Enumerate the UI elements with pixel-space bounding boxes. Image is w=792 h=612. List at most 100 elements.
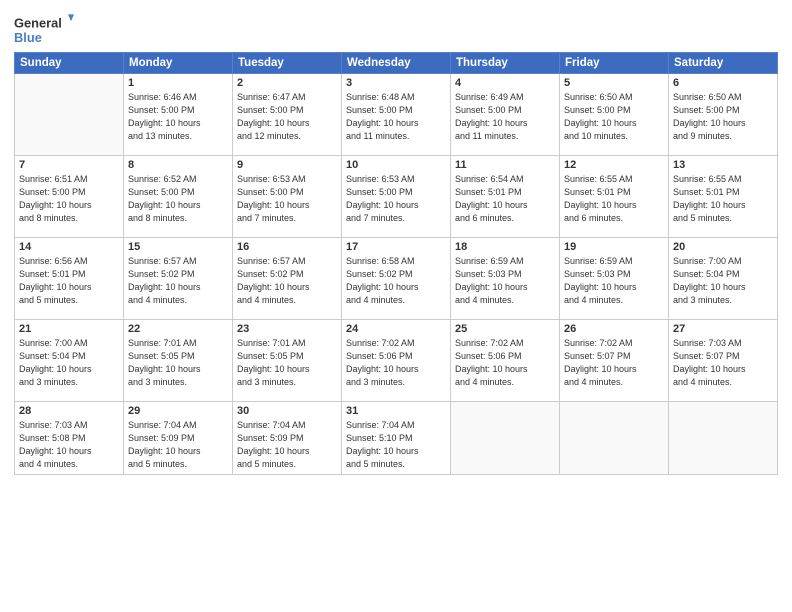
page: General Blue SundayMondayTuesdayWednesda… <box>0 0 792 612</box>
day-number: 17 <box>346 241 446 253</box>
logo: General Blue <box>14 10 74 48</box>
calendar-day-8: 8 Sunrise: 6:52 AMSunset: 5:00 PMDaylight… <box>124 156 233 238</box>
day-info: Sunrise: 6:57 AMSunset: 5:02 PMDaylight:… <box>128 255 228 307</box>
calendar-day-26: 26 Sunrise: 7:02 AMSunset: 5:07 PMDayligh… <box>560 320 669 402</box>
day-info: Sunrise: 7:01 AMSunset: 5:05 PMDaylight:… <box>237 337 337 389</box>
day-number: 26 <box>564 323 664 335</box>
day-number: 21 <box>19 323 119 335</box>
calendar-day-2: 2 Sunrise: 6:47 AMSunset: 5:00 PMDaylight… <box>233 74 342 156</box>
day-number: 12 <box>564 159 664 171</box>
calendar-week-row: 21 Sunrise: 7:00 AMSunset: 5:04 PMDayligh… <box>15 320 778 402</box>
day-number: 30 <box>237 405 337 417</box>
day-number: 19 <box>564 241 664 253</box>
day-info: Sunrise: 6:46 AMSunset: 5:00 PMDaylight:… <box>128 91 228 143</box>
calendar-day-30: 30 Sunrise: 7:04 AMSunset: 5:09 PMDayligh… <box>233 402 342 475</box>
calendar-week-row: 28 Sunrise: 7:03 AMSunset: 5:08 PMDayligh… <box>15 402 778 475</box>
day-number: 20 <box>673 241 773 253</box>
calendar-day-19: 19 Sunrise: 6:59 AMSunset: 5:03 PMDayligh… <box>560 238 669 320</box>
day-number: 22 <box>128 323 228 335</box>
day-number: 29 <box>128 405 228 417</box>
calendar-day-15: 15 Sunrise: 6:57 AMSunset: 5:02 PMDayligh… <box>124 238 233 320</box>
day-number: 18 <box>455 241 555 253</box>
day-number: 6 <box>673 77 773 89</box>
day-info: Sunrise: 7:03 AMSunset: 5:08 PMDaylight:… <box>19 419 119 471</box>
calendar-day-29: 29Sunrise: 7:04 AMSunset: 5:09 PMDayligh… <box>124 402 233 475</box>
column-header-friday: Friday <box>560 53 669 74</box>
day-number: 28 <box>19 405 119 417</box>
calendar-day-27: 27 Sunrise: 7:03 AMSunset: 5:07 PMDayligh… <box>669 320 778 402</box>
calendar-day-31: 31 Sunrise: 7:04 AMSunset: 5:10 PMDayligh… <box>342 402 451 475</box>
calendar-day-10: 10Sunrise: 6:53 AMSunset: 5:00 PMDayligh… <box>342 156 451 238</box>
calendar-day-9: 9 Sunrise: 6:53 AMSunset: 5:00 PMDaylight… <box>233 156 342 238</box>
column-header-sunday: Sunday <box>15 53 124 74</box>
svg-text:General: General <box>14 15 62 30</box>
calendar-day-17: 17 Sunrise: 6:58 AMSunset: 5:02 PMDayligh… <box>342 238 451 320</box>
calendar-day-14: 14Sunrise: 6:56 AMSunset: 5:01 PMDayligh… <box>15 238 124 320</box>
calendar-day-5: 5 Sunrise: 6:50 AMSunset: 5:00 PMDaylight… <box>560 74 669 156</box>
day-info: Sunrise: 6:49 AMSunset: 5:00 PMDaylight:… <box>455 91 555 143</box>
day-info: Sunrise: 6:57 AMSunset: 5:02 PMDaylight:… <box>237 255 337 307</box>
day-number: 27 <box>673 323 773 335</box>
day-info: Sunrise: 7:00 AMSunset: 5:04 PMDaylight:… <box>19 337 119 389</box>
day-number: 25 <box>455 323 555 335</box>
day-number: 23 <box>237 323 337 335</box>
calendar-day-1: 1 Sunrise: 6:46 AMSunset: 5:00 PMDaylight… <box>124 74 233 156</box>
calendar-day-21: 21 Sunrise: 7:00 AMSunset: 5:04 PMDayligh… <box>15 320 124 402</box>
header: General Blue <box>14 10 778 48</box>
day-info: Sunrise: 6:55 AMSunset: 5:01 PMDaylight:… <box>564 173 664 225</box>
day-number: 16 <box>237 241 337 253</box>
logo-svg: General Blue <box>14 10 74 48</box>
calendar-header-row: SundayMondayTuesdayWednesdayThursdayFrid… <box>15 53 778 74</box>
calendar-day-3: 3 Sunrise: 6:48 AMSunset: 5:00 PMDaylight… <box>342 74 451 156</box>
calendar-day-23: 23 Sunrise: 7:01 AMSunset: 5:05 PMDayligh… <box>233 320 342 402</box>
day-info: Sunrise: 6:59 AMSunset: 5:03 PMDaylight:… <box>455 255 555 307</box>
day-info: Sunrise: 7:01 AMSunset: 5:05 PMDaylight:… <box>128 337 228 389</box>
day-number: 9 <box>237 159 337 171</box>
day-number: 1 <box>128 77 228 89</box>
day-info: Sunrise: 6:48 AMSunset: 5:00 PMDaylight:… <box>346 91 446 143</box>
calendar-day-18: 18 Sunrise: 6:59 AMSunset: 5:03 PMDayligh… <box>451 238 560 320</box>
day-info: Sunrise: 6:56 AMSunset: 5:01 PMDaylight:… <box>19 255 119 307</box>
day-info: Sunrise: 6:53 AMSunset: 5:00 PMDaylight:… <box>237 173 337 225</box>
day-number: 2 <box>237 77 337 89</box>
day-number: 24 <box>346 323 446 335</box>
day-number: 8 <box>128 159 228 171</box>
calendar-day-22: 22 Sunrise: 7:01 AMSunset: 5:05 PMDayligh… <box>124 320 233 402</box>
calendar-day-11: 11 Sunrise: 6:54 AMSunset: 5:01 PMDayligh… <box>451 156 560 238</box>
column-header-wednesday: Wednesday <box>342 53 451 74</box>
calendar-day-25: 25 Sunrise: 7:02 AMSunset: 5:06 PMDayligh… <box>451 320 560 402</box>
day-info: Sunrise: 6:52 AMSunset: 5:00 PMDaylight:… <box>128 173 228 225</box>
day-number: 11 <box>455 159 555 171</box>
calendar-empty-cell <box>451 402 560 475</box>
calendar-day-16: 16 Sunrise: 6:57 AMSunset: 5:02 PMDayligh… <box>233 238 342 320</box>
day-info: Sunrise: 6:59 AMSunset: 5:03 PMDaylight:… <box>564 255 664 307</box>
calendar-day-24: 24Sunrise: 7:02 AMSunset: 5:06 PMDayligh… <box>342 320 451 402</box>
column-header-thursday: Thursday <box>451 53 560 74</box>
day-info: Sunrise: 6:47 AMSunset: 5:00 PMDaylight:… <box>237 91 337 143</box>
day-info: Sunrise: 6:50 AMSunset: 5:00 PMDaylight:… <box>564 91 664 143</box>
calendar-empty-cell <box>669 402 778 475</box>
day-info: Sunrise: 7:04 AMSunset: 5:09 PMDaylight:… <box>237 419 337 471</box>
day-info: Sunrise: 7:04 AMSunset: 5:10 PMDaylight:… <box>346 419 446 471</box>
day-number: 3 <box>346 77 446 89</box>
svg-text:Blue: Blue <box>14 30 42 45</box>
day-number: 31 <box>346 405 446 417</box>
calendar-day-4: 4Sunrise: 6:49 AMSunset: 5:00 PMDaylight… <box>451 74 560 156</box>
day-number: 5 <box>564 77 664 89</box>
day-info: Sunrise: 6:58 AMSunset: 5:02 PMDaylight:… <box>346 255 446 307</box>
day-number: 15 <box>128 241 228 253</box>
calendar-day-28: 28 Sunrise: 7:03 AMSunset: 5:08 PMDayligh… <box>15 402 124 475</box>
day-info: Sunrise: 6:54 AMSunset: 5:01 PMDaylight:… <box>455 173 555 225</box>
day-number: 13 <box>673 159 773 171</box>
calendar-table: SundayMondayTuesdayWednesdayThursdayFrid… <box>14 52 778 475</box>
calendar-week-row: 7Sunrise: 6:51 AMSunset: 5:00 PMDaylight… <box>15 156 778 238</box>
calendar-day-20: 20Sunrise: 7:00 AMSunset: 5:04 PMDayligh… <box>669 238 778 320</box>
day-info: Sunrise: 7:03 AMSunset: 5:07 PMDaylight:… <box>673 337 773 389</box>
day-info: Sunrise: 7:02 AMSunset: 5:07 PMDaylight:… <box>564 337 664 389</box>
day-number: 10 <box>346 159 446 171</box>
day-info: Sunrise: 7:02 AMSunset: 5:06 PMDaylight:… <box>455 337 555 389</box>
column-header-monday: Monday <box>124 53 233 74</box>
calendar-day-13: 13Sunrise: 6:55 AMSunset: 5:01 PMDayligh… <box>669 156 778 238</box>
column-header-saturday: Saturday <box>669 53 778 74</box>
day-info: Sunrise: 6:50 AMSunset: 5:00 PMDaylight:… <box>673 91 773 143</box>
